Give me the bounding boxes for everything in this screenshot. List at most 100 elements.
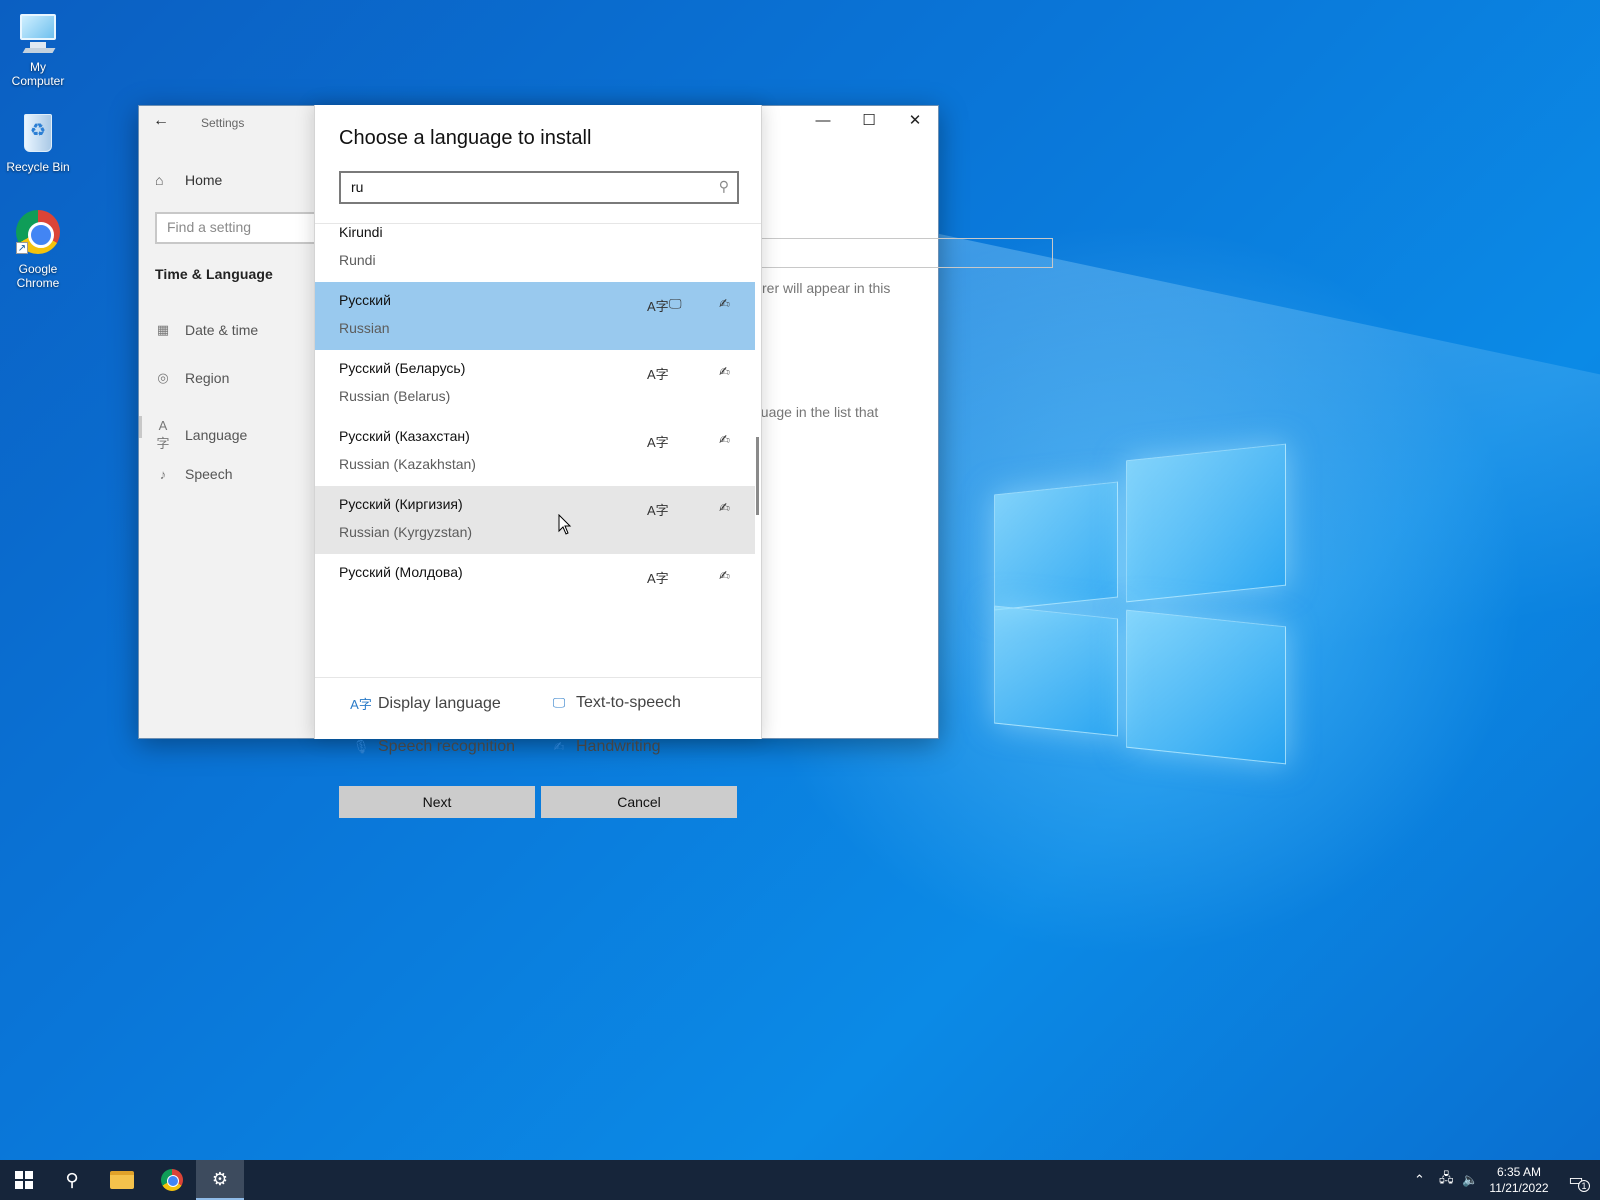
taskbar-file-explorer[interactable]: [98, 1160, 146, 1200]
show-hidden-icons-button[interactable]: ⌃: [1414, 1160, 1425, 1200]
clock-time: 6:35 AM: [1496, 1165, 1542, 1179]
legend-label: Speech recognition: [378, 738, 515, 755]
display-language-icon: A字: [647, 435, 669, 450]
taskbar-search-button[interactable]: ⚲: [48, 1160, 96, 1200]
logo-pane: [994, 605, 1118, 737]
list-item[interactable]: Русский (Молдова) A字 ✍: [315, 554, 755, 622]
list-item[interactable]: Kirundi Rundi: [315, 224, 755, 282]
desktop-icon-label: Google: [18, 262, 58, 276]
handwriting-icon: ✍: [719, 296, 730, 311]
legend-label: Text-to-speech: [576, 694, 681, 711]
settings-nav-pane: ← Settings ⌂ Home Find a setting Time & …: [139, 106, 355, 738]
volume-button[interactable]: 🔈: [1462, 1160, 1478, 1200]
language-native-name: Русский (Молдова): [339, 564, 463, 580]
background-text: rer will appear in this: [762, 280, 891, 296]
nav-item-label: Speech: [185, 466, 233, 482]
section-title: Time & Language: [155, 266, 273, 282]
search-icon[interactable]: ⚲: [719, 178, 729, 195]
legend-label: Display language: [378, 694, 501, 712]
list-item[interactable]: Русский (Беларусь) Russian (Belarus) A字 …: [315, 350, 755, 418]
display-language-icon: A字: [647, 299, 669, 314]
keyboard-shape: [22, 48, 56, 53]
next-button[interactable]: Next: [339, 786, 535, 818]
shortcut-arrow-icon: ↗: [16, 242, 28, 254]
desktop-icon-my-computer[interactable]: My Computer: [4, 8, 72, 88]
speaker-icon: 🔈: [1462, 1172, 1479, 1187]
choose-language-dialog: Choose a language to install ⚲ Kirundi R…: [314, 105, 762, 818]
network-button[interactable]: 🖧: [1439, 1160, 1454, 1200]
text-to-speech-icon: 🖵: [552, 695, 566, 710]
handwriting-icon: ✍: [719, 364, 730, 379]
logo-pane: [994, 481, 1118, 611]
maximize-button[interactable]: ☐: [846, 106, 892, 138]
desktop-icon-label: My: [30, 60, 46, 74]
legend-speech-recognition: 🎙 Speech recognition: [350, 738, 515, 756]
nav-item-label: Language: [185, 427, 248, 443]
desktop-icon-label: Chrome: [16, 276, 60, 290]
nav-item-date-time[interactable]: ▦ Date & time: [155, 322, 258, 338]
chrome-icon: [161, 1169, 183, 1191]
legend-display-language: A字 Display language: [350, 694, 501, 713]
nav-home[interactable]: ⌂ Home: [155, 172, 222, 188]
language-english-name: Russian: [339, 320, 390, 336]
nav-item-label: Region: [185, 370, 230, 386]
cancel-button[interactable]: Cancel: [541, 786, 737, 818]
handwriting-icon: ✍: [719, 568, 730, 583]
desktop-icon-google-chrome[interactable]: ↗ Google Chrome: [4, 210, 72, 290]
display-language-icon: A字: [647, 367, 669, 382]
language-native-name: Русский (Казахстан): [339, 428, 470, 444]
start-button[interactable]: [0, 1160, 48, 1200]
handwriting-icon: ✍: [719, 500, 730, 515]
bin-shape: [24, 114, 52, 152]
folder-icon: [110, 1171, 134, 1189]
taskbar-settings[interactable]: ⚙: [196, 1160, 244, 1200]
language-native-name: Русский (Киргизия): [339, 496, 463, 512]
calendar-clock-icon: ▦: [156, 322, 170, 337]
list-item[interactable]: Русский (Киргизия) Russian (Kyrgyzstan) …: [315, 486, 755, 554]
display-language-icon: A字: [350, 697, 372, 712]
clock-date: 11/21/2022: [1489, 1181, 1549, 1195]
language-native-name: Русский (Беларусь): [339, 360, 466, 376]
minimize-button[interactable]: —: [800, 106, 846, 138]
desktop-icon-recycle-bin[interactable]: Recycle Bin: [4, 108, 72, 174]
chevron-up-icon: ⌃: [1414, 1172, 1425, 1187]
language-native-name: Kirundi: [339, 224, 383, 240]
globe-icon: ◎: [157, 370, 169, 385]
language-english-name: Russian (Kyrgyzstan): [339, 524, 473, 540]
language-list[interactable]: Kirundi Rundi Русский Russian A字 🖵 ✍ Рус…: [315, 223, 761, 678]
nav-item-region[interactable]: ◎ Region: [155, 370, 229, 386]
windows-start-icon: [15, 1171, 33, 1189]
gear-icon: ⚙: [211, 1168, 229, 1189]
language-english-name: Russian (Kazakhstan): [339, 456, 476, 472]
desktop-icon-label: Computer: [11, 74, 65, 88]
back-arrow-icon[interactable]: ←: [153, 112, 173, 132]
network-icon: 🖧: [1439, 1170, 1454, 1185]
list-item[interactable]: Русский Russian A字 🖵 ✍: [315, 282, 755, 350]
microphone-icon: ♪: [159, 466, 167, 482]
nav-home-label: Home: [185, 172, 223, 188]
notification-count: 1: [1578, 1180, 1590, 1192]
taskbar: ⚲ ⚙ ⌃ 🖧 🔈 6:35 AM 11/21/2022 ▭ 1: [0, 1160, 1600, 1200]
text-to-speech-icon: 🖵: [669, 296, 682, 311]
nav-item-speech[interactable]: ♪ Speech: [155, 466, 233, 482]
dialog-title: Choose a language to install: [339, 127, 592, 149]
display-language-icon: A字: [647, 503, 669, 518]
recycle-bin-icon: [14, 108, 62, 156]
language-english-name: Russian (Belarus): [339, 388, 451, 404]
list-item[interactable]: Русский (Казахстан) Russian (Kazakhstan)…: [315, 418, 755, 486]
list-scrollbar[interactable]: [756, 437, 759, 515]
title-bar: ← Settings: [139, 106, 315, 138]
nav-item-language[interactable]: A字 Language: [155, 418, 247, 452]
logo-pane: [1126, 443, 1286, 603]
language-search-input[interactable]: [341, 173, 701, 201]
action-center-button[interactable]: ▭ 1: [1558, 1160, 1594, 1200]
close-button[interactable]: ✕: [892, 106, 938, 138]
legend-label: Handwriting: [576, 738, 661, 755]
language-icon: A字: [156, 418, 170, 451]
taskbar-chrome[interactable]: [148, 1160, 196, 1200]
home-icon: ⌂: [155, 172, 164, 188]
mouse-cursor-icon: [558, 514, 572, 535]
clock[interactable]: 6:35 AM 11/21/2022: [1486, 1164, 1552, 1196]
legend-text-to-speech: 🖵 Text-to-speech: [548, 694, 681, 712]
language-search-box[interactable]: ⚲: [339, 171, 739, 204]
